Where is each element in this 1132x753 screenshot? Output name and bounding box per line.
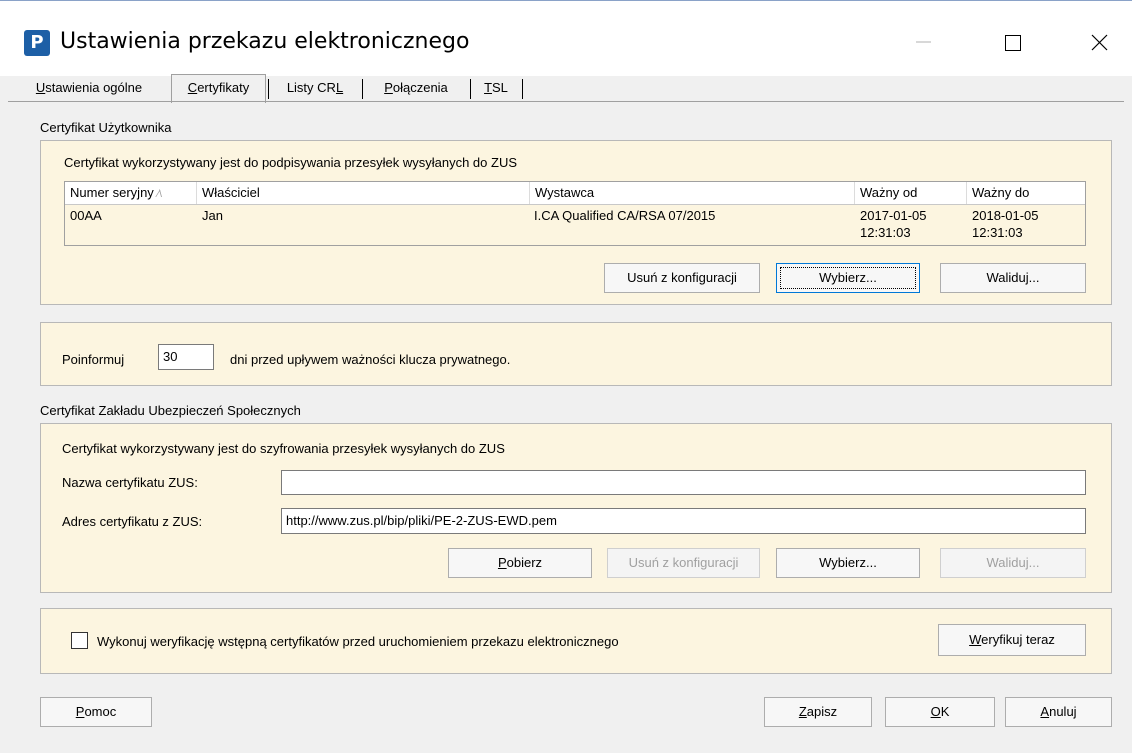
- user-cert-choose-button[interactable]: Wybierz...: [776, 263, 920, 293]
- window-title: Ustawienia przekazu elektronicznego: [60, 29, 470, 54]
- pre-verify-checkbox[interactable]: [71, 632, 88, 649]
- user-cert-section-label: Certyfikat Użytkownika: [40, 120, 172, 135]
- table-row[interactable]: 00AA Jan I.CA Qualified CA/RSA 07/2015 2…: [65, 204, 1085, 245]
- tab-certificates[interactable]: Certyfikaty: [171, 74, 266, 103]
- save-button[interactable]: Zapisz: [764, 697, 872, 727]
- zus-cert-address-label: Adres certyfikatu z ZUS:: [62, 514, 203, 529]
- column-valid-from[interactable]: Ważny od: [855, 182, 967, 204]
- help-button[interactable]: Pomoc: [40, 697, 152, 727]
- close-button[interactable]: [1076, 22, 1122, 62]
- tab-crl-lists[interactable]: Listy CRL: [272, 76, 358, 102]
- user-cert-remove-button[interactable]: Usuń z konfiguracji: [604, 263, 760, 293]
- cell-valid-to: 2018-01-05 12:31:03: [972, 208, 1039, 240]
- notify-prefix-label: Poinformuj: [62, 352, 125, 367]
- cell-owner: Jan: [202, 208, 223, 223]
- tab-separator: [522, 79, 523, 99]
- tab-connections[interactable]: Połączenia: [366, 76, 466, 102]
- user-cert-validate-button[interactable]: Waliduj...: [940, 263, 1086, 293]
- notify-days-input[interactable]: 30: [158, 344, 214, 370]
- tab-separator: [470, 79, 471, 99]
- tab-general[interactable]: Ustawienia ogólne: [10, 76, 168, 102]
- cell-issuer: I.CA Qualified CA/RSA 07/2015: [534, 208, 716, 223]
- cancel-button[interactable]: Anuluj: [1005, 697, 1112, 727]
- certificate-list[interactable]: Numer seryjny ⁄\ Właściciel Wystawca Waż…: [64, 181, 1086, 246]
- ok-button[interactable]: OK: [885, 697, 995, 727]
- zus-cert-choose-button[interactable]: Wybierz...: [776, 548, 920, 578]
- column-valid-to[interactable]: Ważny do: [967, 182, 1085, 204]
- minimize-icon: [916, 41, 931, 43]
- tab-tsl[interactable]: TSL: [474, 76, 518, 102]
- column-owner[interactable]: Właściciel: [197, 182, 530, 204]
- verify-now-button[interactable]: Weryfikuj teraz: [938, 624, 1086, 656]
- maximize-icon: [1005, 35, 1021, 51]
- column-issuer[interactable]: Wystawca: [530, 182, 855, 204]
- zus-cert-section-label: Certyfikat Zakładu Ubezpieczeń Społeczny…: [40, 403, 301, 418]
- zus-cert-name-label: Nazwa certyfikatu ZUS:: [62, 475, 198, 490]
- zus-cert-address-input[interactable]: http://www.zus.pl/bip/pliki/PE-2-ZUS-EWD…: [281, 508, 1086, 534]
- close-icon: [1091, 34, 1108, 51]
- list-header: Numer seryjny ⁄\ Właściciel Wystawca Waż…: [65, 182, 1085, 205]
- notify-suffix-label: dni przed upływem ważności klucza prywat…: [230, 352, 511, 367]
- zus-cert-description: Certyfikat wykorzystywany jest do szyfro…: [62, 441, 505, 456]
- zus-cert-fetch-button[interactable]: Pobierz: [448, 548, 592, 578]
- column-serial[interactable]: Numer seryjny ⁄\: [65, 182, 197, 204]
- cell-valid-from: 2017-01-05 12:31:03: [860, 208, 927, 240]
- pre-verify-label: Wykonuj weryfikację wstępną certyfikatów…: [97, 634, 619, 649]
- cell-serial: 00AA: [70, 208, 102, 223]
- tab-panel-border: [8, 101, 1124, 102]
- zus-cert-remove-button[interactable]: Usuń z konfiguracji: [607, 548, 760, 578]
- sort-ascending-icon: ⁄\: [157, 189, 162, 200]
- tab-separator: [362, 79, 363, 99]
- tab-separator: [268, 79, 269, 99]
- zus-cert-validate-button[interactable]: Waliduj...: [940, 548, 1086, 578]
- zus-cert-name-input[interactable]: [281, 470, 1086, 495]
- minimize-button[interactable]: [900, 22, 946, 62]
- window-frame: [0, 0, 1132, 1]
- app-icon: P: [24, 30, 50, 56]
- user-cert-description: Certyfikat wykorzystywany jest do podpis…: [64, 155, 518, 170]
- maximize-button[interactable]: [988, 22, 1034, 62]
